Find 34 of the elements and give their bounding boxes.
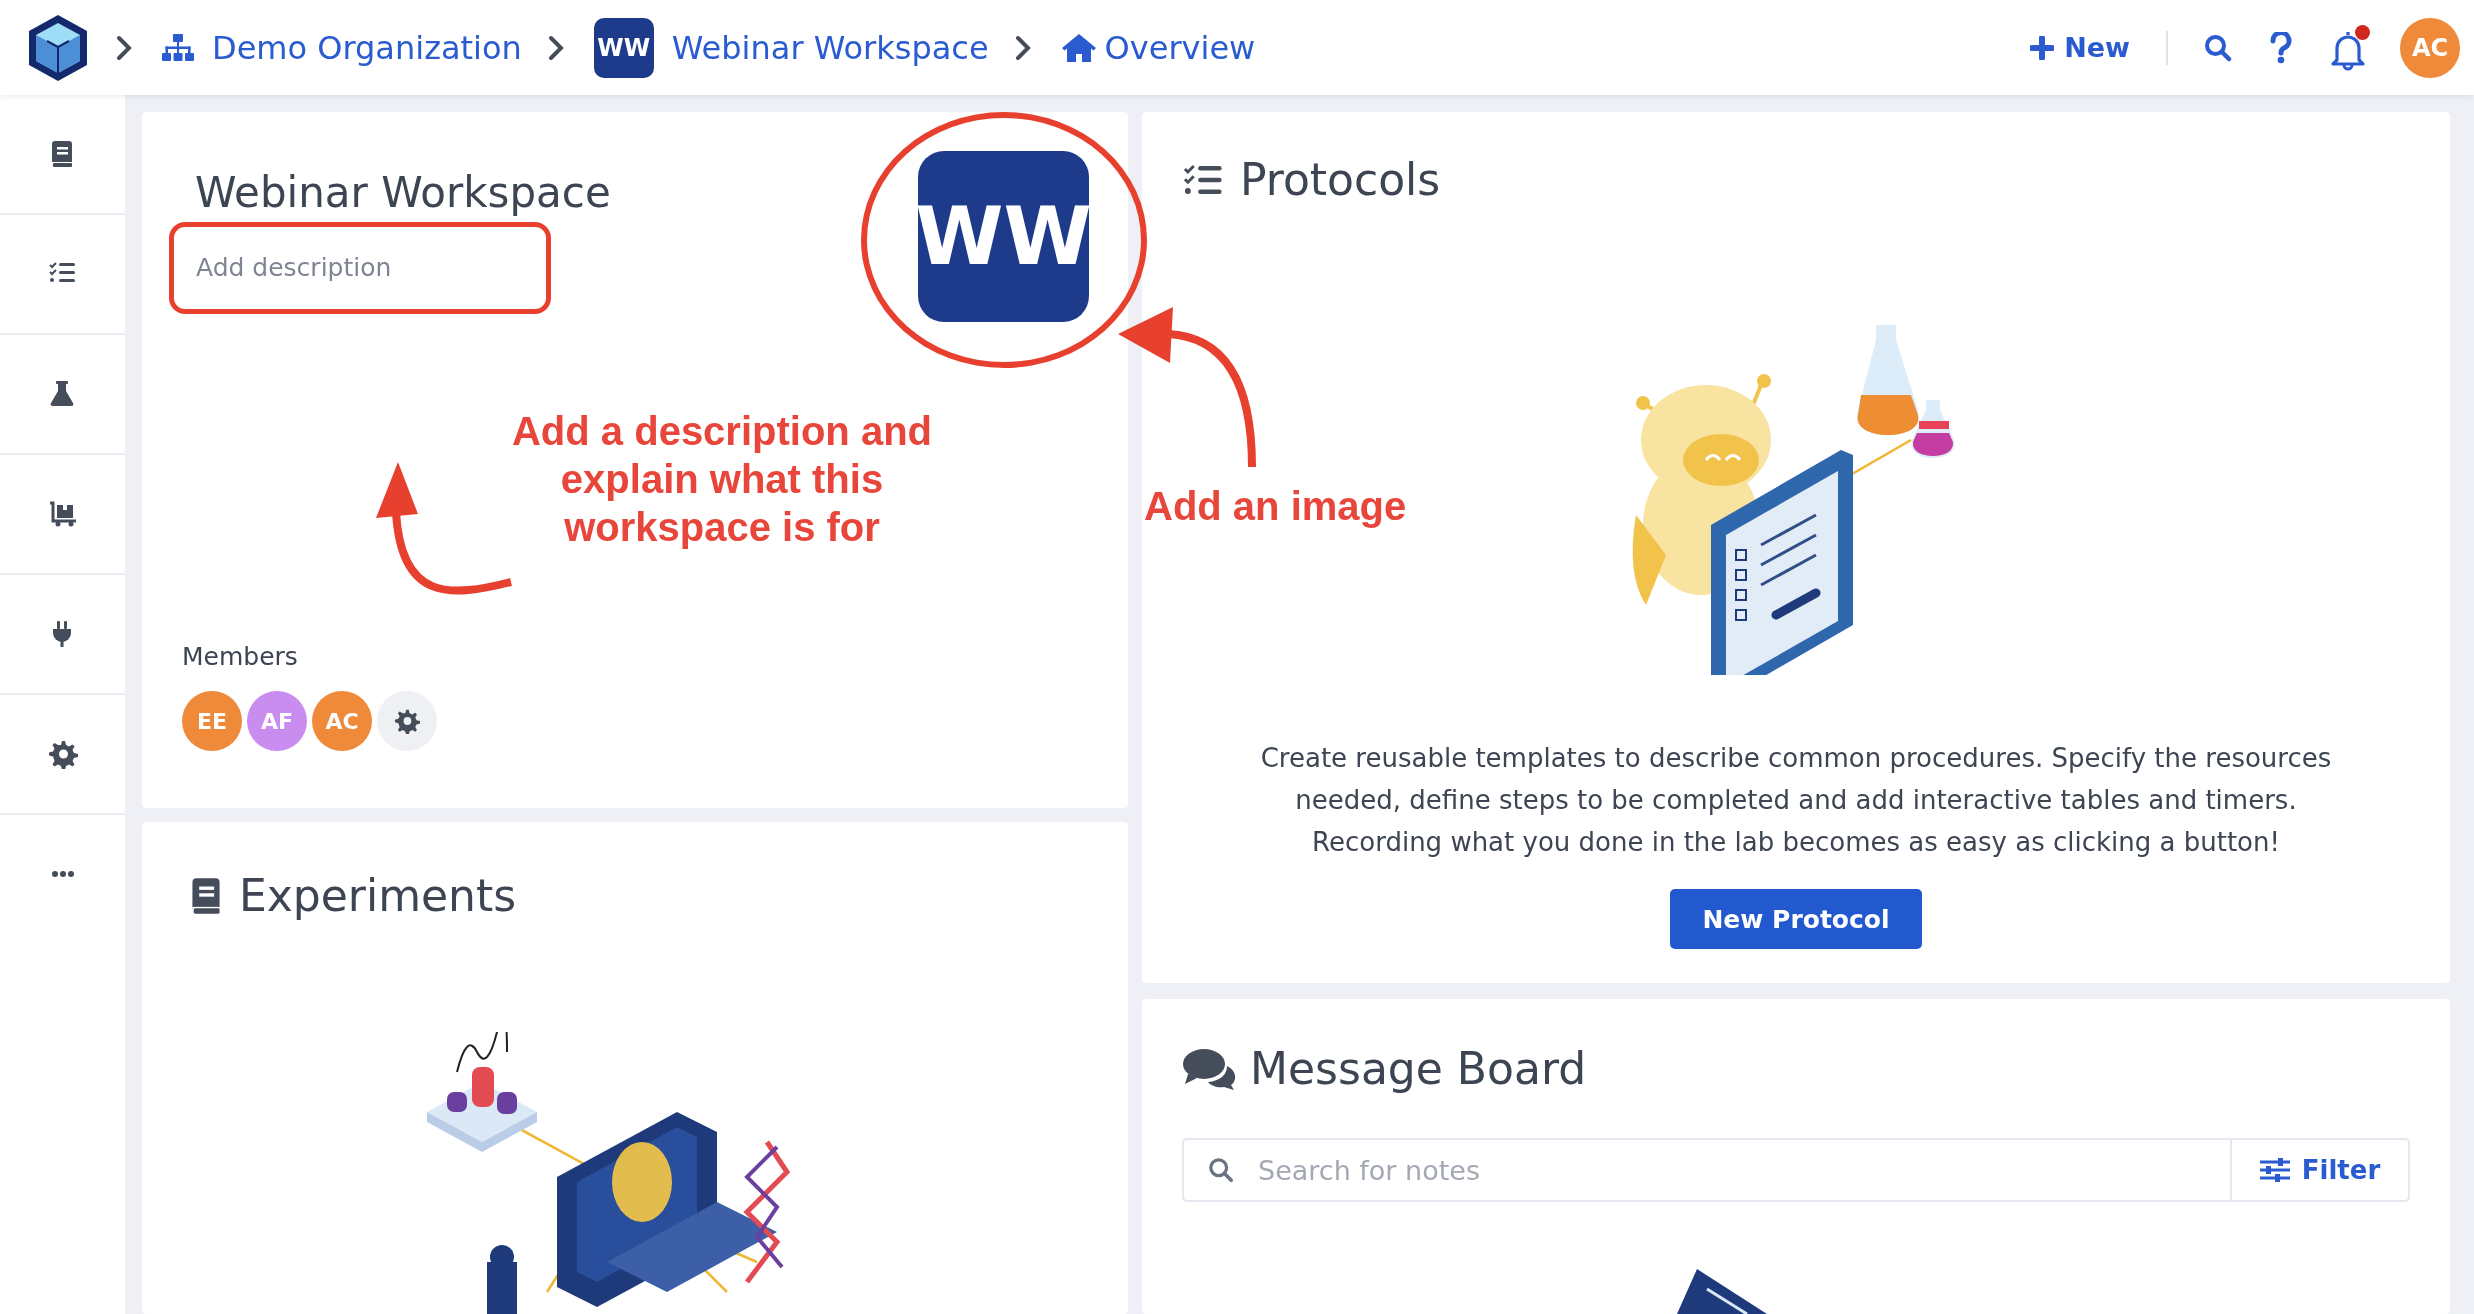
- workspace-logo[interactable]: WW: [918, 151, 1089, 322]
- protocols-description: Create reusable templates to describe common procedures. Specify the resources needed, define steps to be completed and add interactive tables and timers. Recording what you done in the lab becomes as easy as clicking a button!: [1259, 742, 2333, 859]
- search-field[interactable]: Search for notes: [1182, 1138, 2230, 1202]
- search-icon: [1208, 1157, 1234, 1183]
- breadcrumb-label[interactable]: Webinar Workspace: [671, 28, 989, 67]
- search-input[interactable]: Search for notes: [1256, 1153, 2230, 1187]
- settings-icon[interactable]: [47, 739, 78, 769]
- annotation-text: Add a description and explain what this workspace is for: [510, 408, 933, 551]
- card-title: Protocols: [1240, 154, 1441, 205]
- workspace-badge: WW: [593, 17, 654, 78]
- home-icon: [1060, 32, 1097, 63]
- workspace-title: Webinar Workspace: [195, 168, 612, 217]
- chevron-icon: [1014, 34, 1031, 61]
- plus-icon: [2030, 35, 2055, 60]
- breadcrumb-link[interactable]: Overview: [1060, 28, 1256, 67]
- breadcrumb-link[interactable]: WW Webinar Workspace: [593, 17, 989, 78]
- sliders-icon: [2259, 1158, 2290, 1182]
- cart-icon[interactable]: [47, 499, 78, 529]
- app-logo-icon[interactable]: [26, 12, 90, 83]
- filter-button[interactable]: Filter: [2230, 1138, 2410, 1202]
- settings-icon: [394, 708, 420, 734]
- annotation-text: Add an image: [1144, 483, 1407, 530]
- new-protocol-button[interactable]: New Protocol: [1670, 889, 1922, 949]
- breadcrumb-label[interactable]: Overview: [1104, 28, 1256, 67]
- card-title: Message Board: [1250, 1043, 1587, 1094]
- card-title: Experiments: [239, 870, 517, 921]
- hierarchy-icon: [162, 33, 194, 62]
- help-icon[interactable]: [2270, 31, 2292, 64]
- chevron-icon: [547, 34, 564, 61]
- members-label: Members: [182, 642, 299, 671]
- chevron-icon: [116, 34, 132, 61]
- search-icon[interactable]: [2204, 33, 2232, 62]
- chat-bubbles-icon: [1182, 1047, 1236, 1090]
- new-button[interactable]: New: [2030, 32, 2130, 63]
